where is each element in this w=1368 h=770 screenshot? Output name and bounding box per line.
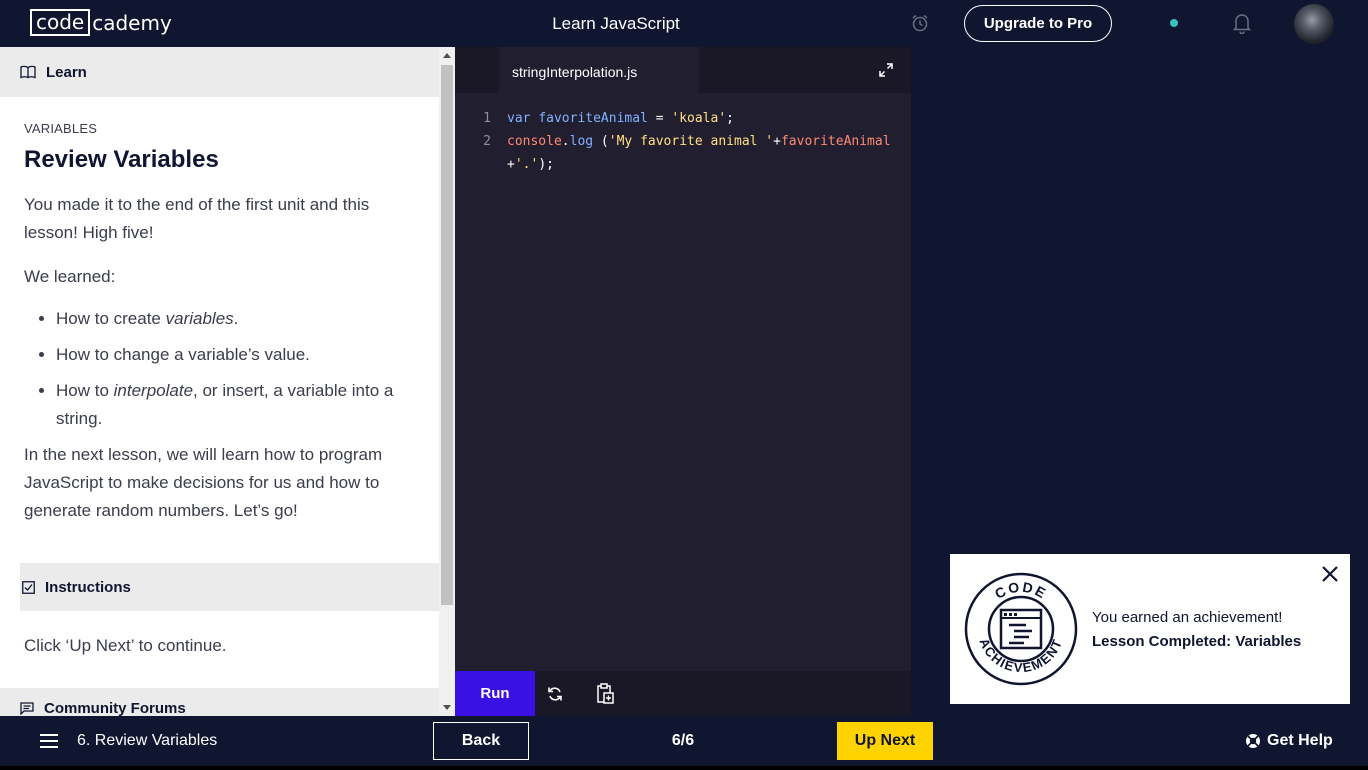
forum-icon <box>20 701 34 715</box>
back-button[interactable]: Back <box>433 722 529 760</box>
code-line: 1 var favoriteAnimal = 'koala'; <box>455 107 911 130</box>
book-icon <box>20 65 36 79</box>
paragraph-learned: We learned: <box>24 267 116 286</box>
list-text: How to create <box>56 309 166 328</box>
current-lesson-name[interactable]: 6. Review Variables <box>77 716 217 766</box>
course-title: Learn JavaScript <box>552 14 680 33</box>
list-text: . <box>233 309 239 328</box>
scroll-down-arrow-icon[interactable] <box>443 705 451 710</box>
editor-tab-bar: stringInterpolation.js <box>455 47 911 93</box>
reset-icon[interactable] <box>545 684 565 704</box>
badge-top-text: CODE <box>992 579 1048 602</box>
menu-icon[interactable] <box>39 733 59 749</box>
code-line: +'.'); <box>455 153 911 176</box>
achievement-line-2: Lesson Completed: Variables <box>1092 633 1302 650</box>
code-area[interactable]: 1 var favoriteAnimal = 'koala'; 2 consol… <box>455 107 911 176</box>
expand-icon[interactable] <box>879 63 893 77</box>
achievement-message: You earned an achievement! Lesson Comple… <box>1092 606 1301 654</box>
help-lifebuoy-icon <box>1246 734 1260 748</box>
code-text: console.log ('My favorite animal '+favor… <box>507 134 891 149</box>
instructions-header[interactable]: Instructions <box>20 563 439 611</box>
learn-label: Learn <box>46 63 87 81</box>
logo-box-text: code <box>30 9 91 36</box>
alarm-clock-icon[interactable] <box>910 13 930 33</box>
upgrade-to-pro-button[interactable]: Upgrade to Pro <box>964 5 1112 42</box>
achievement-line-1: You earned an achievement! <box>1092 609 1283 626</box>
code-editor: stringInterpolation.js 1 var favoriteAni… <box>455 47 911 716</box>
code-line: 2 console.log ('My favorite animal '+fav… <box>455 130 911 153</box>
list-emphasis: interpolate <box>113 381 194 400</box>
lesson-panel: Learn VARIABLES Review Variables You mad… <box>0 47 455 716</box>
code-text: var favoriteAnimal = 'koala'; <box>507 111 734 126</box>
lesson-title: Review Variables <box>24 146 219 173</box>
paragraph-intro: You made it to the end of the first unit… <box>24 195 370 242</box>
window-bottom-edge <box>0 766 1368 770</box>
list-text: How to <box>56 381 114 400</box>
paragraph-next: In the next lesson, we will learn how to… <box>24 445 383 520</box>
code-achievement-badge-icon: CODE ACHIEVEMENT <box>964 572 1078 686</box>
instructions-label: Instructions <box>45 578 131 596</box>
codecademy-logo[interactable]: code cademy <box>30 9 172 36</box>
lesson-scrollbar[interactable] <box>439 47 455 716</box>
bottom-navigation: 6. Review Variables Back 6/6 Up Next Get… <box>0 716 1368 766</box>
top-navigation: code cademy Learn JavaScript Upgrade to P… <box>0 0 1368 47</box>
get-help-button[interactable]: Get Help <box>1245 716 1333 766</box>
notification-bell-icon[interactable] <box>1232 12 1252 34</box>
user-avatar[interactable] <box>1294 4 1334 44</box>
line-number: 1 <box>483 111 491 126</box>
logo-rest-text: cademy <box>92 10 172 35</box>
scrollbar-thumb[interactable] <box>441 65 453 605</box>
list-item: How to interpolate, or insert, a variabl… <box>56 377 424 433</box>
lesson-content: VARIABLES Review Variables You made it t… <box>24 121 424 525</box>
lesson-progress: 6/6 <box>671 732 695 749</box>
unit-kicker: VARIABLES <box>24 121 98 136</box>
editor-toolbar: Run <box>455 671 911 716</box>
copy-to-clipboard-icon[interactable] <box>595 683 615 705</box>
instructions-text: Click ‘Up Next’ to continue. <box>24 636 227 655</box>
svg-text:CODE: CODE <box>992 579 1050 602</box>
learn-section-header[interactable]: Learn <box>0 47 439 97</box>
online-status-dot <box>1170 19 1178 27</box>
list-item: How to create variables. <box>56 305 424 333</box>
learned-list: How to create variables. How to change a… <box>24 305 424 433</box>
get-help-label: Get Help <box>1267 732 1333 749</box>
list-emphasis: variables <box>165 309 234 328</box>
list-item: How to change a variable’s value. <box>56 341 424 369</box>
up-next-button[interactable]: Up Next <box>837 722 933 760</box>
achievement-toast: CODE ACHIEVEMENT You earned an achieveme… <box>950 554 1350 704</box>
line-number: 2 <box>483 134 491 149</box>
community-forums-label: Community Forums <box>44 699 186 717</box>
community-forums-header[interactable]: Community Forums <box>0 688 439 716</box>
checkbox-icon <box>22 580 35 594</box>
scroll-up-arrow-icon[interactable] <box>443 53 451 58</box>
run-button[interactable]: Run <box>455 671 535 716</box>
file-tab[interactable]: stringInterpolation.js <box>499 47 699 93</box>
code-text: +'.'); <box>507 157 554 172</box>
line-number-wrap <box>455 153 497 176</box>
close-icon[interactable] <box>1320 564 1340 584</box>
